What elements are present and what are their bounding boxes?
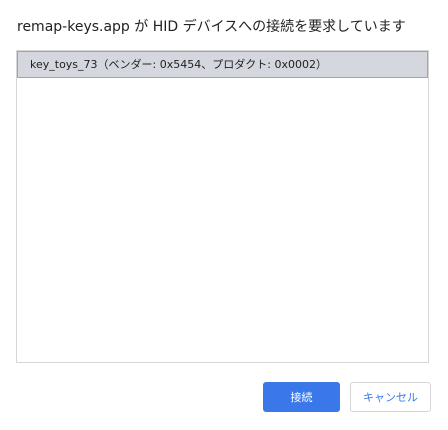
cancel-button[interactable]: キャンセル	[350, 382, 431, 412]
device-list[interactable]: key_toys_73（ベンダー: 0x5454、プロダクト: 0x0002）	[16, 50, 429, 363]
connect-button[interactable]: 接続	[263, 382, 340, 412]
hid-permission-dialog: remap-keys.app が HID デバイスへの接続を要求しています ke…	[0, 0, 448, 430]
device-list-item[interactable]: key_toys_73（ベンダー: 0x5454、プロダクト: 0x0002）	[17, 51, 428, 78]
dialog-buttons: 接続 キャンセル	[263, 382, 431, 412]
dialog-title: remap-keys.app が HID デバイスへの接続を要求しています	[17, 19, 406, 35]
